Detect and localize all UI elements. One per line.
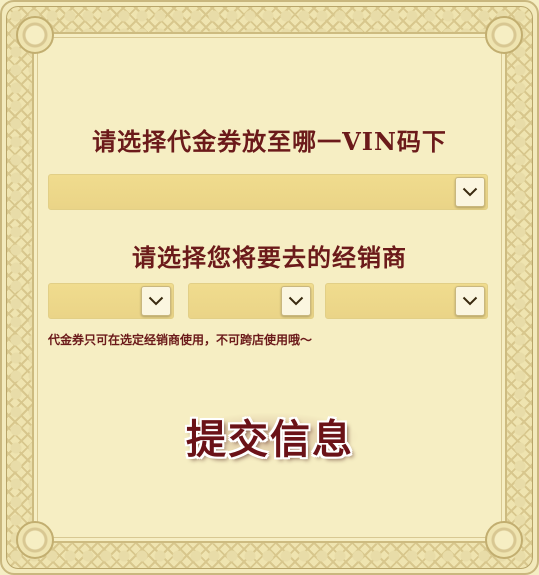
submit-button[interactable]: 提交信息 [170, 402, 370, 470]
usage-note: 代金券只可在选定经销商使用，不可跨店使用哦～ [48, 333, 313, 347]
chevron-down-icon[interactable] [455, 177, 485, 207]
corner-ornament [16, 16, 54, 54]
dealer-prompt-heading: 请选择您将要去的经销商 [132, 243, 407, 272]
vin-select[interactable] [48, 174, 488, 210]
submit-button-label: 提交信息 [186, 416, 354, 463]
province-select[interactable] [48, 283, 174, 319]
chevron-down-icon[interactable] [455, 286, 485, 316]
dealer-select[interactable] [325, 283, 488, 319]
corner-ornament [485, 521, 523, 559]
corner-ornament [16, 521, 54, 559]
corner-ornament [485, 16, 523, 54]
chevron-down-icon[interactable] [141, 286, 171, 316]
city-select[interactable] [188, 283, 314, 319]
vin-prompt-heading: 请选择代金券放至哪一VIN码下 [92, 127, 447, 156]
chevron-down-icon[interactable] [281, 286, 311, 316]
